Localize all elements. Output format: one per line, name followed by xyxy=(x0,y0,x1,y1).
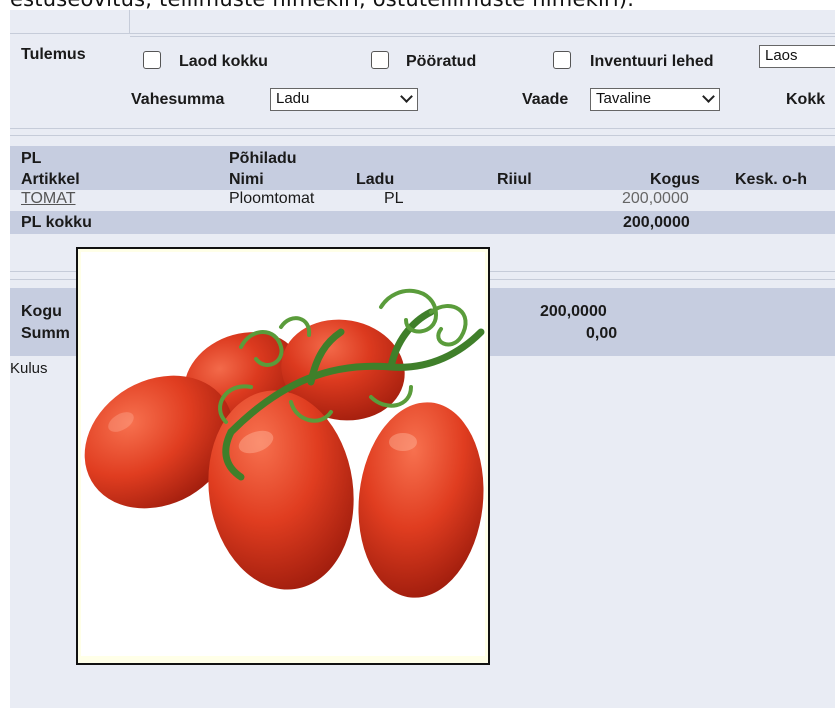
chevron-down-icon xyxy=(400,90,413,103)
divider xyxy=(10,128,835,129)
subtotal-band xyxy=(10,211,835,234)
group-name: Põhiladu xyxy=(229,150,297,167)
divider xyxy=(10,135,835,136)
tulemus-label: Tulemus xyxy=(21,46,86,63)
row-nimi: Ploomtomat xyxy=(229,190,315,207)
image-preview-popup xyxy=(76,247,490,665)
inventuuri-select-value: Laos xyxy=(765,47,798,64)
total-label-kogus: Kogu xyxy=(21,303,62,320)
vaade-label: Vaade xyxy=(522,91,569,108)
column-header-kesk-oh: Kesk. o-h xyxy=(735,171,808,188)
subtotal-kogus: 200,0000 xyxy=(623,214,690,231)
tomato-photo xyxy=(84,288,485,598)
column-header-kogus: Kogus xyxy=(650,171,700,188)
divider xyxy=(130,36,835,37)
total-value-summa: 0,00 xyxy=(586,325,618,342)
row-ladu: PL xyxy=(384,190,404,207)
kokku-label: Kokk xyxy=(786,91,826,108)
group-code: PL xyxy=(21,150,42,167)
inventuuri-select[interactable]: Laos xyxy=(759,45,835,68)
divider xyxy=(129,10,130,34)
column-header-artikkel: Artikkel xyxy=(21,171,80,188)
laod-kokku-label[interactable]: Laod kokku xyxy=(179,53,268,71)
artikkel-link[interactable]: TOMAT xyxy=(21,190,76,208)
inventuuri-lehed-label[interactable]: Inventuuri lehed xyxy=(590,53,714,71)
pooratud-label[interactable]: Pööratud xyxy=(406,53,476,71)
footer-text: Kulus xyxy=(10,360,48,377)
column-header-riiul: Riiul xyxy=(497,171,532,188)
tomato-image xyxy=(81,252,485,656)
vaade-select-value: Tavaline xyxy=(596,90,652,107)
pooratud-checkbox[interactable] xyxy=(371,51,389,69)
subtotal-label: PL kokku xyxy=(21,214,92,231)
vaade-select[interactable]: Tavaline xyxy=(590,88,720,111)
vahesumma-select[interactable]: Ladu xyxy=(270,88,418,111)
divider xyxy=(10,33,835,34)
column-header-ladu: Ladu xyxy=(356,171,395,188)
row-kogus: 200,0000 xyxy=(622,190,689,207)
total-label-summa: Summ xyxy=(21,325,70,342)
vahesumma-label: Vahesumma xyxy=(131,91,225,108)
chevron-down-icon xyxy=(702,90,715,103)
laod-kokku-checkbox[interactable] xyxy=(143,51,161,69)
vahesumma-select-value: Ladu xyxy=(276,90,310,107)
total-value-kogus: 200,0000 xyxy=(540,303,607,320)
inventuuri-lehed-checkbox[interactable] xyxy=(553,51,571,69)
column-header-nimi: Nimi xyxy=(229,171,264,188)
report-header-band xyxy=(10,146,835,190)
